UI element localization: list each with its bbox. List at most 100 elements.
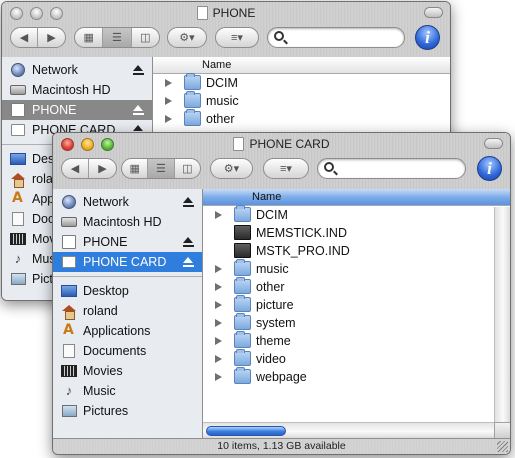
search-field[interactable] [317,158,466,179]
disclosure-triangle-icon[interactable] [215,301,222,309]
sidebar-item-label: Doc [32,212,55,226]
file-icon [234,225,251,240]
sidebar-item-pictures[interactable]: Pictures [53,401,202,421]
disclosure-triangle-icon[interactable] [215,337,222,345]
arrange-menu-button[interactable]: ≡▾ [263,158,309,179]
documents-icon [12,212,24,226]
sidebar-item-movies[interactable]: Movies [53,361,202,381]
applications-icon [62,322,76,338]
sidebar-item-macintosh-hd[interactable]: Macintosh HD [53,212,202,232]
disclosure-triangle-icon[interactable] [215,283,222,291]
folder-icon [234,295,251,312]
folder-icon [184,109,201,126]
finder-window-phone-card[interactable]: PHONE CARD ◀ ▶ ▦ ☰ ◫ ⚙▾ ≡▾ i Network Mac… [52,132,511,455]
sidebar-item-phone[interactable]: PHONE [2,100,152,120]
globe-icon [62,195,76,209]
arrange-menu-button[interactable]: ≡▾ [215,27,259,48]
eject-icon[interactable] [183,257,194,267]
search-field[interactable] [267,27,405,48]
vertical-scrollbar[interactable] [494,207,510,422]
list-item[interactable]: music [153,91,450,110]
list-item[interactable]: DCIM [203,205,510,224]
search-input[interactable] [340,161,457,176]
column-view-icon: ◫ [140,32,151,44]
disclosure-triangle-icon[interactable] [215,211,222,219]
list-view-icon: ☰ [156,163,166,175]
search-icon [274,31,284,41]
disclosure-triangle-icon[interactable] [165,115,172,123]
column-header-label: Name [202,59,232,71]
action-menu-button[interactable]: ⚙▾ [210,158,253,179]
list-item[interactable]: MEMSTICK.IND [203,224,510,242]
back-forward-group: ◀ ▶ [61,158,117,179]
eject-icon[interactable] [133,105,144,115]
search-input[interactable] [290,30,396,45]
movies-icon [10,233,26,245]
sidebar-item-macintosh-hd[interactable]: Macintosh HD [2,80,152,100]
titlebar[interactable]: PHONE ◀ ▶ ▦ ☰ ◫ ⚙▾ ≡▾ i [2,2,450,57]
resize-grip-icon[interactable] [497,441,508,452]
list-item[interactable]: DCIM [153,73,450,92]
disclosure-triangle-icon[interactable] [215,373,222,381]
home-icon [11,172,25,188]
column-view-button[interactable]: ◫ [132,28,159,47]
column-header-name[interactable]: Name [153,57,450,74]
folder-icon [234,277,251,294]
folder-icon [234,349,251,366]
back-button[interactable]: ◀ [11,28,39,47]
sidebar-item-label: Movies [83,364,123,378]
sidebar-item-network[interactable]: Network [2,60,152,80]
disclosure-triangle-icon[interactable] [215,265,222,273]
eject-icon[interactable] [183,237,194,247]
sidebar-item-desktop[interactable]: Desktop [53,281,202,301]
forward-button[interactable]: ▶ [38,28,65,47]
list-item[interactable]: other [203,277,510,296]
sidebar-item-label: Network [83,195,129,209]
sidebar-item-home[interactable]: roland [53,301,202,321]
list-item[interactable]: picture [203,295,510,314]
forward-button[interactable]: ▶ [89,159,116,178]
list-item[interactable]: webpage [203,367,510,386]
toolbar-toggle-button[interactable] [484,138,503,149]
horizontal-scroll-thumb[interactable] [206,426,286,436]
list-view-button[interactable]: ☰ [103,28,132,47]
list-item[interactable]: theme [203,331,510,350]
info-button[interactable]: i [415,25,440,50]
documents-icon [63,344,75,358]
column-header-name[interactable]: Name [203,189,510,206]
disclosure-triangle-icon[interactable] [165,97,172,105]
icon-view-button[interactable]: ▦ [75,28,104,47]
back-button[interactable]: ◀ [62,159,90,178]
sidebar-item-phone[interactable]: PHONE [53,232,202,252]
sidebar-item-label: Network [32,63,78,77]
info-button[interactable]: i [477,156,502,181]
list-item[interactable]: system [203,313,510,332]
sidebar-item-documents[interactable]: Documents [53,341,202,361]
sidebar-item-music[interactable]: ♪ Music [53,381,202,401]
icon-view-button[interactable]: ▦ [122,159,149,178]
action-menu-button[interactable]: ⚙▾ [167,27,207,48]
list-item[interactable]: MSTK_PRO.IND [203,242,510,260]
search-icon [324,162,334,172]
list-item[interactable]: video [203,349,510,368]
sidebar-item-network[interactable]: Network [53,192,202,212]
file-list[interactable]: Name DCIM MEMSTICK.IND MSTK_PRO.IND musi… [203,189,510,438]
disclosure-triangle-icon[interactable] [215,319,222,327]
sidebar-item-applications[interactable]: Applications [53,321,202,341]
pictures-icon [10,273,26,285]
column-view-button[interactable]: ◫ [175,159,200,178]
disclosure-triangle-icon[interactable] [165,79,172,87]
eject-icon[interactable] [133,65,144,75]
toolbar-toggle-button[interactable] [424,7,443,18]
sidebar-item-label: Macintosh HD [83,215,162,229]
icon-view-icon: ▦ [83,32,94,44]
list-item[interactable]: music [203,259,510,278]
list-item[interactable]: other [153,109,450,128]
sidebar-item-label: PHONE CARD [83,255,167,269]
eject-icon[interactable] [183,197,194,207]
horizontal-scrollbar[interactable] [203,422,494,438]
sidebar-item-phone-card[interactable]: PHONE CARD [53,252,202,272]
titlebar[interactable]: PHONE CARD ◀ ▶ ▦ ☰ ◫ ⚙▾ ≡▾ i [53,133,510,189]
disclosure-triangle-icon[interactable] [215,355,222,363]
list-view-button[interactable]: ☰ [148,159,175,178]
